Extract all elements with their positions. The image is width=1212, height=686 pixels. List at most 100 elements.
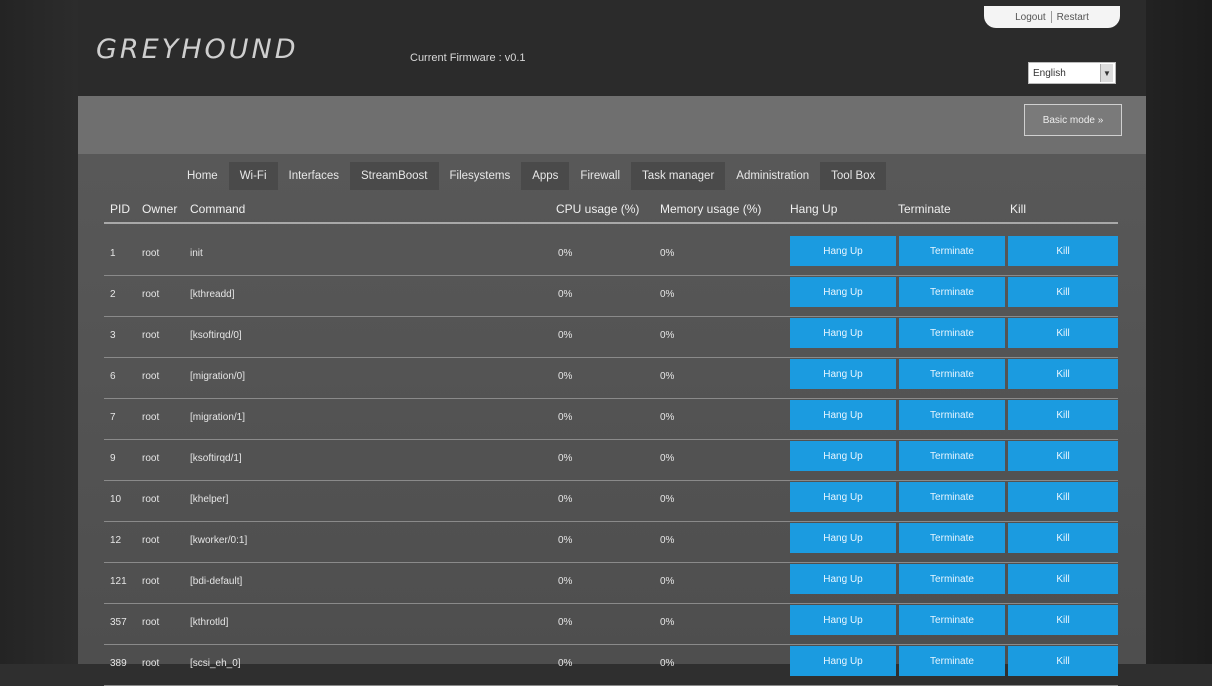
kill-button[interactable]: Kill <box>1008 564 1118 594</box>
kill-button[interactable]: Kill <box>1008 277 1118 307</box>
main-nav: Home Wi-Fi Interfaces StreamBoost Filesy… <box>176 162 1056 190</box>
owner-cell: root <box>142 617 160 628</box>
table-row: 357 root [kthrotld] 0% 0% Hang Up Termin… <box>104 603 1118 645</box>
restart-link[interactable]: Restart <box>1052 12 1094 23</box>
language-select[interactable]: English ▼ <box>1028 62 1116 84</box>
command-cell: [kworker/0:1] <box>190 535 248 546</box>
hang-up-button[interactable]: Hang Up <box>790 359 896 389</box>
page-margin-left <box>0 0 78 664</box>
command-cell: [kthreadd] <box>190 289 235 300</box>
tab-home[interactable]: Home <box>176 162 229 190</box>
kill-button[interactable]: Kill <box>1008 441 1118 471</box>
tab-filesystems[interactable]: Filesystems <box>439 162 522 190</box>
hang-up-button[interactable]: Hang Up <box>790 400 896 430</box>
memory-cell: 0% <box>660 412 675 423</box>
hang-up-button[interactable]: Hang Up <box>790 441 896 471</box>
command-cell: [bdi-default] <box>190 576 243 587</box>
terminate-button[interactable]: Terminate <box>899 482 1005 512</box>
terminate-button[interactable]: Terminate <box>899 400 1005 430</box>
cpu-cell: 0% <box>558 371 573 382</box>
header-pid: PID <box>110 202 131 216</box>
tab-task-manager[interactable]: Task manager <box>631 162 726 190</box>
chevron-down-icon: ▼ <box>1100 64 1113 82</box>
header-cpu: CPU usage (%) <box>556 202 640 216</box>
pid-cell: 2 <box>110 289 116 300</box>
owner-cell: root <box>142 453 160 464</box>
table-row: 7 root [migration/1] 0% 0% Hang Up Termi… <box>104 398 1118 440</box>
kill-button[interactable]: Kill <box>1008 646 1118 676</box>
terminate-button[interactable]: Terminate <box>899 277 1005 307</box>
router-admin-panel: GREYHOUND Current Firmware : v0.1 Logout… <box>78 0 1146 686</box>
terminate-button[interactable]: Terminate <box>899 236 1005 266</box>
top-links: Logout Restart <box>984 6 1120 28</box>
table-row: 9 root [ksoftirqd/1] 0% 0% Hang Up Termi… <box>104 439 1118 481</box>
terminate-button[interactable]: Terminate <box>899 318 1005 348</box>
command-cell: [ksoftirqd/1] <box>190 453 242 464</box>
tab-tool-box[interactable]: Tool Box <box>820 162 887 190</box>
table-row: 121 root [bdi-default] 0% 0% Hang Up Ter… <box>104 562 1118 604</box>
hang-up-button[interactable]: Hang Up <box>790 277 896 307</box>
mode-bar: Basic mode » <box>78 96 1146 154</box>
table-row: 1 root init 0% 0% Hang Up Terminate Kill <box>104 234 1118 276</box>
kill-button[interactable]: Kill <box>1008 359 1118 389</box>
cpu-cell: 0% <box>558 289 573 300</box>
tab-apps[interactable]: Apps <box>521 162 570 190</box>
terminate-button[interactable]: Terminate <box>899 646 1005 676</box>
basic-mode-button[interactable]: Basic mode » <box>1024 104 1122 136</box>
firmware-version: Current Firmware : v0.1 <box>410 52 526 64</box>
language-value: English <box>1033 67 1066 79</box>
owner-cell: root <box>142 576 160 587</box>
owner-cell: root <box>142 494 160 505</box>
command-cell: [ksoftirqd/0] <box>190 330 242 341</box>
pid-cell: 3 <box>110 330 116 341</box>
table-row: 6 root [migration/0] 0% 0% Hang Up Termi… <box>104 357 1118 399</box>
hang-up-button[interactable]: Hang Up <box>790 482 896 512</box>
pid-cell: 6 <box>110 371 116 382</box>
command-cell: [kthrotld] <box>190 617 229 628</box>
pid-cell: 7 <box>110 412 116 423</box>
terminate-button[interactable]: Terminate <box>899 564 1005 594</box>
kill-button[interactable]: Kill <box>1008 400 1118 430</box>
header-terminate: Terminate <box>898 202 951 216</box>
owner-cell: root <box>142 248 160 259</box>
header-command: Command <box>190 202 246 216</box>
kill-button[interactable]: Kill <box>1008 236 1118 266</box>
hang-up-button[interactable]: Hang Up <box>790 523 896 553</box>
hang-up-button[interactable]: Hang Up <box>790 605 896 635</box>
hang-up-button[interactable]: Hang Up <box>790 318 896 348</box>
cpu-cell: 0% <box>558 330 573 341</box>
pid-cell: 357 <box>110 617 127 628</box>
tab-streamboost[interactable]: StreamBoost <box>350 162 439 190</box>
kill-button[interactable]: Kill <box>1008 605 1118 635</box>
pid-cell: 12 <box>110 535 122 546</box>
memory-cell: 0% <box>660 330 675 341</box>
memory-cell: 0% <box>660 535 675 546</box>
memory-cell: 0% <box>660 617 675 628</box>
kill-button[interactable]: Kill <box>1008 482 1118 512</box>
tab-interfaces[interactable]: Interfaces <box>278 162 351 190</box>
terminate-button[interactable]: Terminate <box>899 441 1005 471</box>
terminate-button[interactable]: Terminate <box>899 523 1005 553</box>
tab-firewall[interactable]: Firewall <box>569 162 631 190</box>
owner-cell: root <box>142 412 160 423</box>
logout-link[interactable]: Logout <box>1010 12 1051 23</box>
hang-up-button[interactable]: Hang Up <box>790 564 896 594</box>
tab-administration[interactable]: Administration <box>725 162 820 190</box>
memory-cell: 0% <box>660 248 675 259</box>
table-row: 10 root [khelper] 0% 0% Hang Up Terminat… <box>104 480 1118 522</box>
command-cell: [migration/0] <box>190 371 246 382</box>
tab-wifi[interactable]: Wi-Fi <box>228 162 278 190</box>
pid-cell: 9 <box>110 453 116 464</box>
command-cell: init <box>190 248 203 259</box>
kill-button[interactable]: Kill <box>1008 318 1118 348</box>
hang-up-button[interactable]: Hang Up <box>790 646 896 676</box>
owner-cell: root <box>142 371 160 382</box>
memory-cell: 0% <box>660 371 675 382</box>
terminate-button[interactable]: Terminate <box>899 605 1005 635</box>
greyhound-logo: GREYHOUND <box>96 34 299 65</box>
terminate-button[interactable]: Terminate <box>899 359 1005 389</box>
table-row: 3 root [ksoftirqd/0] 0% 0% Hang Up Termi… <box>104 316 1118 358</box>
pid-cell: 121 <box>110 576 127 587</box>
kill-button[interactable]: Kill <box>1008 523 1118 553</box>
hang-up-button[interactable]: Hang Up <box>790 236 896 266</box>
